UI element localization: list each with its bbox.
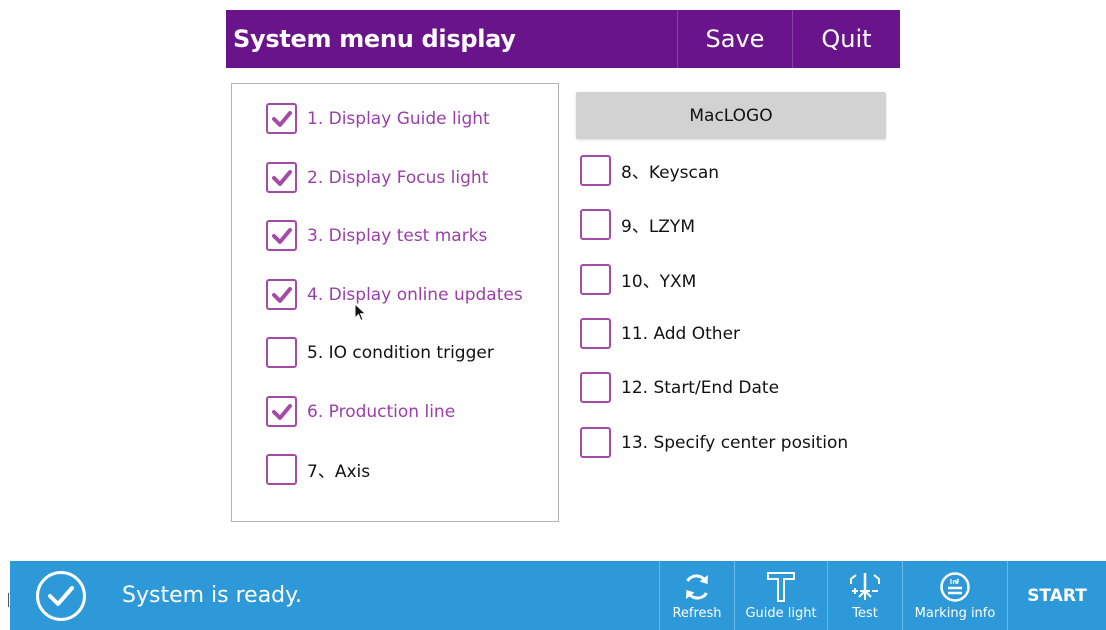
quit-button[interactable]: Quit bbox=[792, 10, 900, 68]
checkbox[interactable] bbox=[266, 220, 297, 251]
test-button[interactable]: Test bbox=[827, 561, 902, 630]
option-lzym[interactable]: 9、LZYM bbox=[580, 209, 695, 240]
option-specify-center-position[interactable]: 13. Specify center position bbox=[580, 427, 848, 458]
guide-light-icon bbox=[766, 570, 796, 604]
save-button[interactable]: Save bbox=[677, 10, 792, 68]
status-area: System is ready. bbox=[10, 561, 659, 630]
checkbox[interactable] bbox=[580, 318, 611, 349]
checkbox[interactable] bbox=[580, 209, 611, 240]
option-display-online-updates[interactable]: 4. Display online updates bbox=[266, 279, 523, 310]
marking-info-button[interactable]: Marking info bbox=[902, 561, 1007, 630]
option-production-line[interactable]: 6. Production line bbox=[266, 396, 455, 427]
maclogo-button[interactable]: MacLOGO bbox=[576, 92, 886, 139]
option-io-condition-trigger[interactable]: 5. IO condition trigger bbox=[266, 337, 494, 368]
option-label: 10、YXM bbox=[621, 272, 697, 292]
option-add-other[interactable]: 11. Add Other bbox=[580, 318, 740, 349]
ready-check-icon bbox=[36, 570, 86, 621]
refresh-label: Refresh bbox=[672, 606, 722, 621]
option-display-focus-light[interactable]: 2. Display Focus light bbox=[266, 162, 488, 193]
guide-light-label: Guide light bbox=[745, 606, 817, 621]
marking-info-label: Marking info bbox=[914, 606, 996, 621]
checkbox[interactable] bbox=[266, 337, 297, 368]
refresh-icon bbox=[681, 570, 713, 604]
status-bar: System is ready. Refresh Guide light Tes… bbox=[10, 561, 1106, 630]
page-title: System menu display bbox=[233, 25, 516, 53]
option-yxm[interactable]: 10、YXM bbox=[580, 264, 696, 295]
info-icon bbox=[939, 570, 971, 604]
option-display-guide-light[interactable]: 1. Display Guide light bbox=[266, 103, 490, 134]
option-label: 13. Specify center position bbox=[621, 432, 849, 453]
title-bar: System menu display Save Quit bbox=[226, 10, 900, 68]
start-button[interactable]: START bbox=[1007, 561, 1106, 630]
option-label: 1. Display Guide light bbox=[307, 108, 490, 129]
checkmark-icon bbox=[271, 110, 292, 127]
checkbox[interactable] bbox=[580, 372, 611, 403]
option-label: 4. Display online updates bbox=[307, 284, 523, 305]
checkmark-icon bbox=[271, 227, 292, 244]
checkbox[interactable] bbox=[266, 103, 297, 134]
option-label: 3. Display test marks bbox=[307, 225, 488, 246]
option-label: 7、Axis bbox=[307, 462, 371, 482]
option-label: 12. Start/End Date bbox=[621, 377, 780, 398]
option-start-end-date[interactable]: 12. Start/End Date bbox=[580, 372, 779, 403]
checkmark-icon bbox=[271, 403, 292, 420]
checkbox[interactable] bbox=[266, 454, 297, 485]
checkbox[interactable] bbox=[266, 279, 297, 310]
option-label: 6. Production line bbox=[307, 401, 456, 422]
option-keyscan[interactable]: 8、Keyscan bbox=[580, 155, 719, 186]
laser-test-icon bbox=[847, 570, 883, 604]
option-label: 2. Display Focus light bbox=[307, 167, 489, 188]
checkmark-icon bbox=[271, 169, 292, 186]
checkbox[interactable] bbox=[266, 162, 297, 193]
checkbox[interactable] bbox=[580, 427, 611, 458]
option-label: 9、LZYM bbox=[621, 217, 695, 237]
guide-light-button[interactable]: Guide light bbox=[734, 561, 827, 630]
checkbox[interactable] bbox=[580, 155, 611, 186]
option-label: 5. IO condition trigger bbox=[307, 342, 494, 363]
refresh-button[interactable]: Refresh bbox=[659, 561, 734, 630]
mouse-pointer-icon bbox=[354, 303, 367, 322]
test-label: Test bbox=[852, 606, 878, 621]
option-label: 8、Keyscan bbox=[621, 163, 720, 183]
checkmark-icon bbox=[271, 286, 292, 303]
option-display-test-marks[interactable]: 3. Display test marks bbox=[266, 220, 487, 251]
checkbox[interactable] bbox=[266, 396, 297, 427]
option-axis[interactable]: 7、Axis bbox=[266, 454, 370, 485]
status-text: System is ready. bbox=[122, 583, 303, 608]
option-label: 11. Add Other bbox=[621, 323, 741, 344]
checkbox[interactable] bbox=[580, 264, 611, 295]
edge-marker bbox=[8, 593, 9, 607]
